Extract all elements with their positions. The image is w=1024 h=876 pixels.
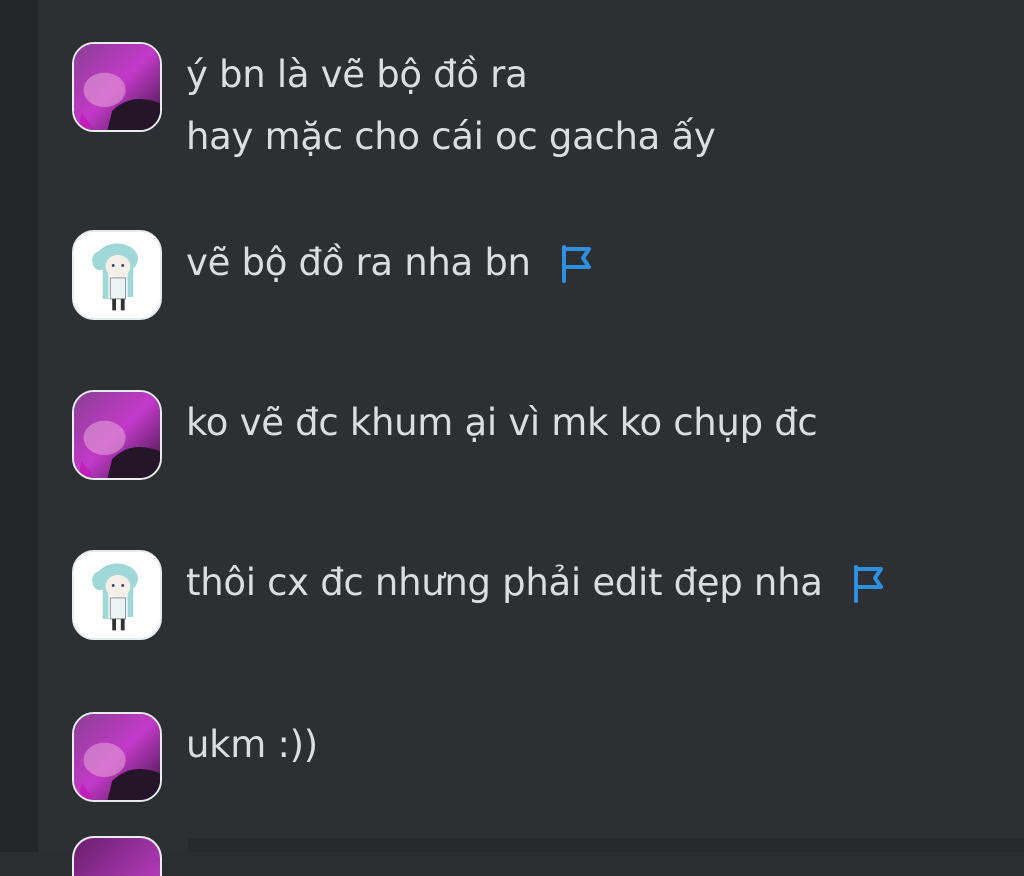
message: ý bn là vẽ bộ đồ ra hay mặc cho cái oc g… (72, 42, 716, 168)
avatar-gacha[interactable] (72, 550, 162, 640)
message-line: ukm :)) (186, 723, 318, 766)
left-rail (0, 0, 38, 852)
avatar-gacha[interactable] (72, 230, 162, 320)
message-text: vẽ bộ đồ ra nha bn (186, 232, 593, 294)
flag-icon[interactable] (559, 240, 593, 283)
message-text: ý bn là vẽ bộ đồ ra hay mặc cho cái oc g… (186, 44, 716, 168)
avatar-purple[interactable] (72, 42, 162, 132)
message: ko vẽ đc khum ại vì mk ko chụp đc (72, 390, 818, 480)
flag-icon[interactable] (851, 560, 885, 603)
avatar-purple[interactable] (72, 836, 162, 876)
message-line: ko vẽ đc khum ại vì mk ko chụp đc (186, 401, 818, 444)
message: ukm :)) (72, 712, 318, 802)
avatar-purple[interactable] (72, 390, 162, 480)
composer-edge (188, 838, 1024, 852)
message: thôi cx đc nhưng phải edit đẹp nha (72, 550, 885, 640)
message-line: hay mặc cho cái oc gacha ấy (186, 115, 716, 158)
message-line: ý bn là vẽ bộ đồ ra (186, 53, 528, 96)
message-text: thôi cx đc nhưng phải edit đẹp nha (186, 552, 885, 614)
avatar-purple[interactable] (72, 712, 162, 802)
message-line: thôi cx đc nhưng phải edit đẹp nha (186, 561, 823, 604)
message-text: ukm :)) (186, 714, 318, 776)
message-text: ko vẽ đc khum ại vì mk ko chụp đc (186, 392, 818, 454)
chat-log: ý bn là vẽ bộ đồ ra hay mặc cho cái oc g… (38, 0, 1024, 876)
message: vẽ bộ đồ ra nha bn (72, 230, 593, 320)
message-line: vẽ bộ đồ ra nha bn (186, 241, 531, 284)
